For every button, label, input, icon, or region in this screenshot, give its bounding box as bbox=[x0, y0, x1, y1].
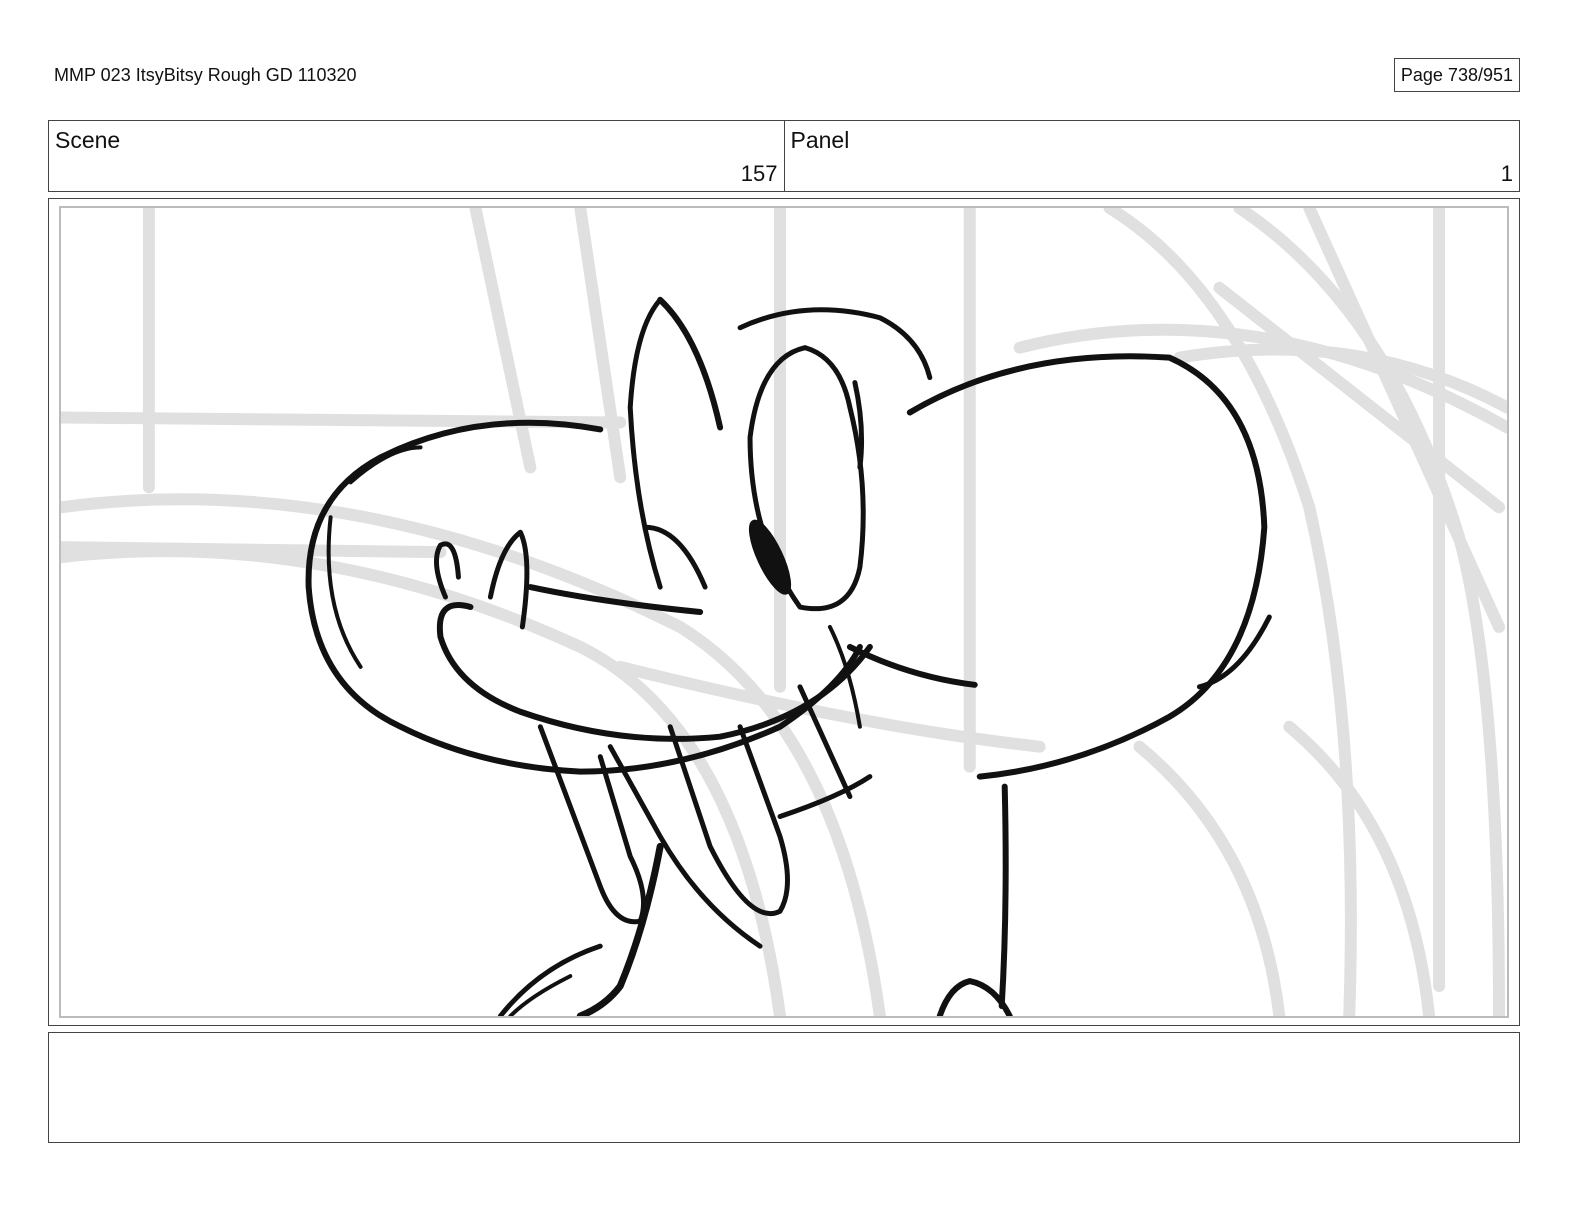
scene-panel-header: Scene 157 Panel 1 bbox=[48, 120, 1520, 192]
scene-number: 157 bbox=[740, 161, 778, 186]
scene-label: Scene bbox=[55, 127, 121, 153]
panel-cell: Panel 1 bbox=[785, 121, 1520, 191]
character-sketch bbox=[305, 296, 1272, 1016]
scene-cell: Scene 157 bbox=[49, 121, 785, 191]
rough-sketch-drawing bbox=[61, 208, 1507, 1016]
storyboard-panel-frame bbox=[48, 198, 1520, 1026]
page-indicator: Page 738/951 bbox=[1393, 58, 1520, 92]
panel-notes-box bbox=[48, 1032, 1520, 1143]
storyboard-drawing bbox=[59, 206, 1509, 1018]
document-title: MMP 023 ItsyBitsy Rough GD 110320 bbox=[54, 65, 357, 85]
panel-number: 1 bbox=[1500, 161, 1513, 186]
panel-label: Panel bbox=[790, 127, 850, 153]
